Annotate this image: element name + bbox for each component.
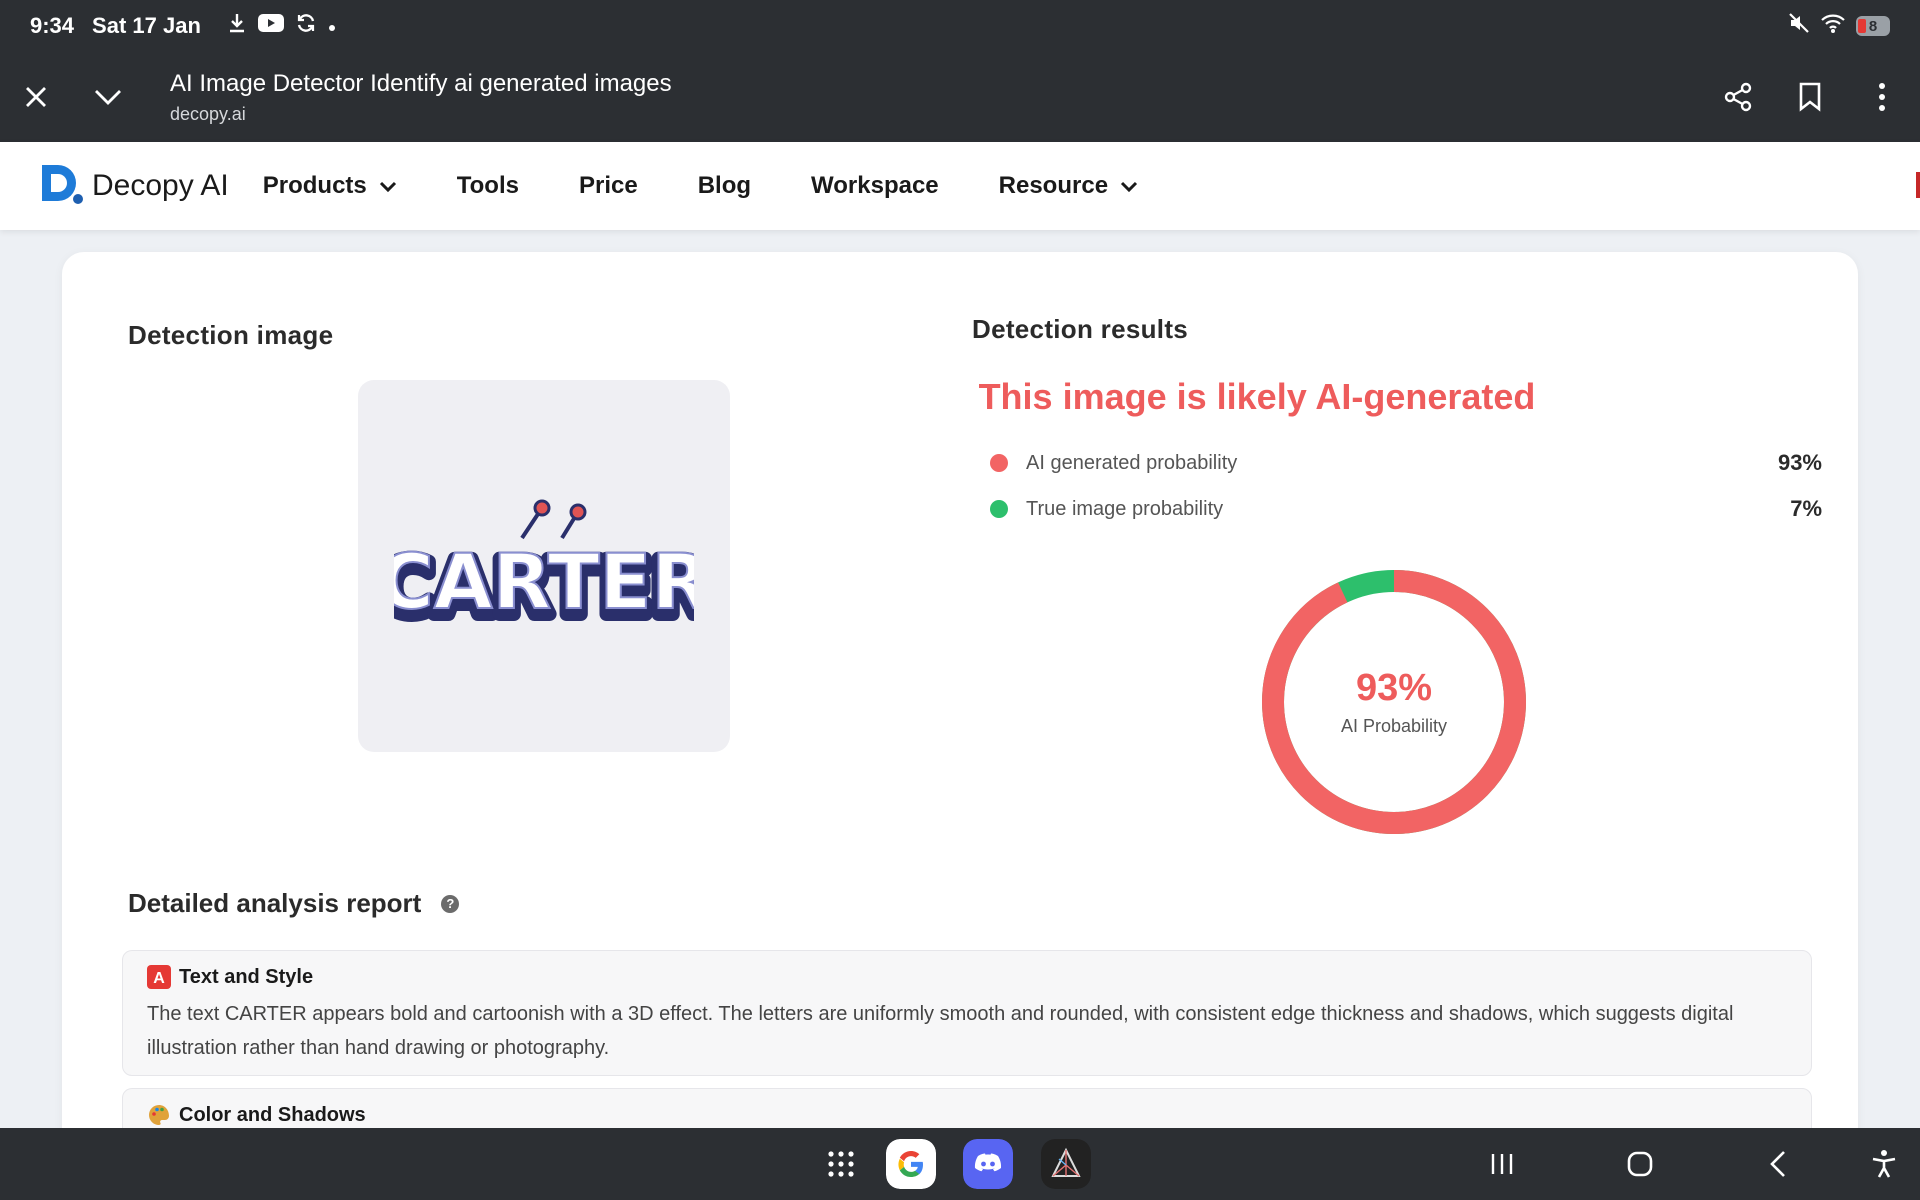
report-item-text-style: A Text and Style The text CARTER appears… bbox=[122, 950, 1812, 1076]
nav-workspace[interactable]: Workspace bbox=[811, 172, 939, 200]
page-url: decopy.ai bbox=[170, 103, 246, 124]
nav-price[interactable]: Price bbox=[579, 172, 638, 200]
battery-level: 8 bbox=[1868, 17, 1878, 35]
chevron-down-icon bbox=[1120, 172, 1138, 200]
ai-legend-dot bbox=[990, 454, 1008, 472]
report-title: Detailed analysis report bbox=[128, 888, 422, 918]
report-heading: Detailed analysis report ? bbox=[128, 888, 460, 919]
wifi-icon bbox=[1820, 12, 1846, 40]
carter-logo-text: CARTER bbox=[394, 537, 694, 626]
nav-products-label: Products bbox=[262, 172, 367, 199]
palette-icon bbox=[147, 1103, 171, 1127]
close-icon[interactable] bbox=[8, 69, 64, 125]
nav-blog-label: Blog bbox=[697, 172, 752, 199]
discord-app-icon[interactable] bbox=[962, 1138, 1014, 1190]
nav-price-label: Price bbox=[578, 172, 638, 199]
bookmark-icon[interactable] bbox=[1782, 69, 1838, 125]
status-bar: 9:34 Sat 17 Jan 8 bbox=[0, 0, 1920, 52]
battery-icon: 8 bbox=[1856, 16, 1890, 36]
download-icon bbox=[227, 12, 247, 40]
nav-tools[interactable]: Tools bbox=[457, 172, 519, 200]
home-icon[interactable] bbox=[1614, 1138, 1666, 1190]
nav-workspace-label: Workspace bbox=[811, 172, 939, 199]
ai-probability-donut: 93% AI Probability bbox=[1258, 566, 1530, 838]
nav-resource[interactable]: Resource bbox=[999, 172, 1138, 200]
detection-image-heading: Detection image bbox=[128, 320, 334, 350]
site-header: Decopy AI Products Tools Price Blog Work… bbox=[0, 142, 1920, 230]
ai-probability-label: AI generated probability bbox=[1026, 451, 1238, 474]
recents-icon[interactable] bbox=[1476, 1138, 1528, 1190]
accessibility-icon[interactable] bbox=[1858, 1138, 1910, 1190]
google-app-icon[interactable] bbox=[885, 1138, 937, 1190]
report-item-text: The text CARTER appears bold and cartoon… bbox=[147, 1003, 1734, 1059]
true-legend-dot bbox=[990, 500, 1008, 518]
true-probability-value: 7% bbox=[1790, 496, 1822, 521]
nav-tools-label: Tools bbox=[456, 172, 519, 199]
mute-icon bbox=[1788, 12, 1810, 40]
nav-products[interactable]: Products bbox=[263, 172, 397, 200]
donut-label: AI Probability bbox=[1340, 716, 1448, 736]
true-probability-row: True image probability 7% bbox=[990, 496, 1822, 522]
nav-blog[interactable]: Blog bbox=[698, 172, 751, 200]
logo-text: Decopy AI bbox=[92, 169, 229, 202]
more-menu-icon[interactable] bbox=[1854, 69, 1910, 125]
system-navigation-bar bbox=[0, 1128, 1920, 1200]
nav-resource-label: Resource bbox=[998, 172, 1109, 199]
main-nav: Products Tools Price Blog Workspace Reso… bbox=[263, 172, 1198, 200]
report-item-title: Color and Shadows bbox=[179, 1103, 366, 1126]
back-icon[interactable] bbox=[1752, 1138, 1804, 1190]
site-logo[interactable]: Decopy AI bbox=[40, 163, 229, 210]
youtube-icon bbox=[257, 12, 285, 40]
chevron-down-icon bbox=[379, 172, 397, 200]
letter-a-icon: A bbox=[147, 965, 171, 989]
share-icon[interactable] bbox=[1710, 69, 1766, 125]
sync-icon bbox=[295, 12, 317, 40]
language-flag-icon[interactable] bbox=[1916, 172, 1920, 198]
dot-icon bbox=[327, 13, 337, 39]
svg-text:A: A bbox=[153, 970, 165, 987]
chevron-down-icon[interactable] bbox=[80, 69, 136, 125]
verdict-text: This image is likely AI-generated bbox=[978, 376, 1536, 417]
status-time: 9:34 bbox=[30, 13, 75, 38]
report-item-title: Text and Style bbox=[179, 965, 314, 988]
detection-card: Detection image CARTER CARTER Detection … bbox=[62, 252, 1858, 1200]
ai-probability-row: AI generated probability 93% bbox=[990, 450, 1822, 476]
detection-results-heading: Detection results bbox=[972, 314, 1189, 344]
page-title: AI Image Detector Identify ai generated … bbox=[170, 69, 672, 97]
ai-probability-value: 93% bbox=[1777, 450, 1822, 475]
app-drawer-icon[interactable] bbox=[815, 1138, 867, 1190]
status-date: Sat 17 Jan bbox=[92, 13, 201, 38]
detection-image: CARTER CARTER bbox=[358, 380, 730, 752]
tab-title-block[interactable]: AI Image Detector Identify ai generated … bbox=[170, 70, 672, 125]
decopy-logo-icon bbox=[40, 163, 86, 210]
browser-toolbar: AI Image Detector Identify ai generated … bbox=[0, 52, 1920, 142]
true-probability-label: True image probability bbox=[1026, 497, 1224, 520]
donut-percentage: 93% bbox=[1355, 667, 1433, 709]
prism-app-icon[interactable] bbox=[1040, 1138, 1092, 1190]
help-icon[interactable]: ? bbox=[441, 894, 460, 913]
